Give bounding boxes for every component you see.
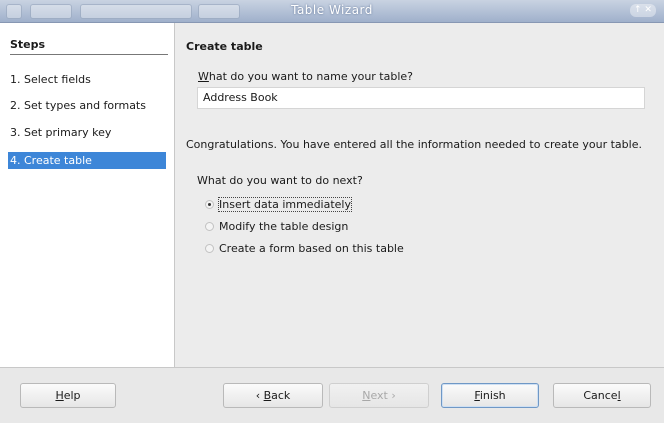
- cancel-button[interactable]: Cancel: [553, 383, 651, 408]
- back-button[interactable]: ‹ Back: [223, 383, 323, 408]
- steps-heading: Steps: [10, 38, 168, 55]
- table-name-input[interactable]: Address Book: [197, 87, 645, 109]
- button-label: inish: [479, 389, 506, 402]
- title-bar: Table Wizard ↑ ✕: [0, 0, 664, 23]
- help-button[interactable]: Help: [20, 383, 116, 408]
- mnemonic: W: [198, 70, 209, 83]
- step-set-primary-key[interactable]: 3. Set primary key: [8, 124, 166, 141]
- radio-unchecked-icon[interactable]: [205, 243, 214, 253]
- window-controls[interactable]: ↑ ✕: [630, 4, 656, 17]
- mnemonic: B: [263, 389, 272, 402]
- back-chevron-icon: ‹: [255, 389, 264, 402]
- step-set-types-formats[interactable]: 2. Set types and formats: [8, 97, 166, 114]
- button-label: Cance: [583, 389, 618, 402]
- radio-unchecked-icon[interactable]: [205, 221, 214, 231]
- next-action-label: What do you want to do next?: [197, 174, 363, 187]
- congratulations-message: Congratulations. You have entered all th…: [186, 138, 642, 151]
- mnemonic: H: [55, 389, 64, 402]
- button-bar: Help ‹ Back Next › Finish Cancel: [0, 367, 664, 423]
- label-text: hat do you want to name your table?: [208, 70, 414, 83]
- radio-label[interactable]: Insert data immediately: [218, 197, 352, 212]
- radio-checked-icon[interactable]: [205, 199, 214, 209]
- mnemonic: l: [617, 389, 621, 402]
- step-create-table[interactable]: 4. Create table: [8, 152, 166, 169]
- button-label: ext ›: [370, 389, 396, 402]
- radio-label[interactable]: Create a form based on this table: [219, 242, 404, 255]
- button-label: ack: [271, 389, 291, 402]
- window-title: Table Wizard: [291, 3, 373, 17]
- next-button[interactable]: Next ›: [329, 383, 429, 408]
- radio-insert-data[interactable]: Insert data immediately: [205, 197, 352, 213]
- radio-modify-design[interactable]: Modify the table design: [205, 219, 348, 235]
- steps-panel: Steps 1. Select fields 2. Set types and …: [0, 23, 175, 367]
- wizard-page: Create table What do you want to name yo…: [175, 23, 664, 367]
- button-label: elp: [63, 389, 81, 402]
- section-title: Create table: [186, 40, 263, 53]
- table-name-label: What do you want to name your table?: [198, 70, 413, 83]
- radio-create-form[interactable]: Create a form based on this table: [205, 241, 404, 257]
- radio-label[interactable]: Modify the table design: [219, 220, 348, 233]
- step-select-fields[interactable]: 1. Select fields: [8, 71, 166, 88]
- finish-button[interactable]: Finish: [441, 383, 539, 408]
